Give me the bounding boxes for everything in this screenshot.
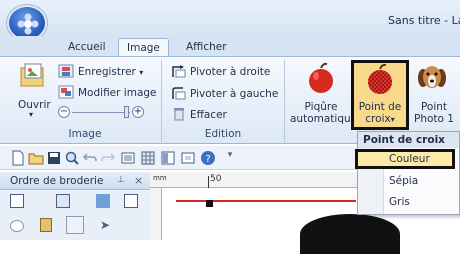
auto-stitch-button[interactable]: Piqûre automatique	[290, 101, 358, 125]
zoom-slider-thumb[interactable]	[124, 106, 129, 118]
save-button[interactable]: Enregistrer ▾	[78, 66, 143, 78]
pointer-icon[interactable]: ➤	[100, 218, 112, 232]
panel-pin-icon[interactable]: ⊥	[117, 175, 125, 185]
open-image-icon[interactable]	[18, 62, 48, 90]
svg-text:?: ?	[205, 154, 210, 165]
delete-button[interactable]: Effacer	[190, 109, 227, 121]
auto-stitch-label-1: Piqûre	[304, 101, 338, 113]
panel-close-icon[interactable]: ×	[134, 174, 143, 187]
customize-toolbar-icon[interactable]: ▾	[222, 150, 238, 166]
cross-stitch-label: Point de croix▾	[354, 101, 406, 126]
ruler-unit: mm	[153, 174, 167, 182]
grid-icon[interactable]	[140, 150, 156, 166]
rotate-right-icon	[171, 64, 187, 78]
rotate-left-button[interactable]: Pivoter à gauche	[190, 88, 278, 100]
zoom-icon[interactable]	[64, 150, 80, 166]
cross-stitch-label-2: croix	[365, 113, 391, 125]
flower-icon	[17, 13, 39, 35]
rotate-left-icon	[171, 86, 187, 100]
rotate-right-button[interactable]: Pivoter à droite	[190, 66, 270, 78]
photo-stitch-button[interactable]: Point Photo 1	[408, 101, 460, 125]
left-ruler	[150, 188, 162, 240]
menu-header: Point de croix	[358, 132, 459, 148]
apple-icon[interactable]	[306, 62, 336, 96]
modify-image-icon	[58, 85, 74, 99]
group-icon[interactable]	[66, 216, 84, 234]
save-disk-icon[interactable]	[46, 150, 62, 166]
tab-image[interactable]: Image	[118, 38, 169, 56]
undo-icon[interactable]	[82, 150, 98, 166]
redo-icon[interactable]	[100, 150, 116, 166]
hoop-border	[176, 200, 356, 202]
save-icon	[58, 64, 74, 78]
menu-item-sepia[interactable]: Sépia	[389, 175, 418, 187]
photo-stitch-label-1: Point	[420, 101, 448, 113]
tab-accueil[interactable]: Accueil	[60, 38, 114, 56]
auto-stitch-label-2: automatique	[290, 113, 358, 125]
stitch-order-icon[interactable]	[10, 194, 24, 208]
layout-icon[interactable]	[160, 150, 176, 166]
eye-icon[interactable]	[10, 220, 24, 232]
zoom-slider-track[interactable]	[72, 112, 130, 113]
open-dropdown-arrow-icon[interactable]: ▾	[29, 110, 33, 119]
save-dropdown-icon[interactable]: ▾	[139, 68, 143, 77]
cross-stitch-apple-icon	[365, 63, 395, 97]
sort-icon[interactable]	[56, 194, 70, 208]
zoom-in-button[interactable]: +	[132, 106, 144, 118]
trash-icon	[173, 107, 185, 121]
selection-handle[interactable]	[206, 200, 213, 207]
photo-stitch-label-2: Photo 1	[414, 113, 454, 125]
color-order-icon[interactable]	[96, 194, 110, 208]
open-button-label[interactable]: Ouvrir	[18, 99, 51, 111]
window-title: Sans titre - Lay	[388, 14, 460, 27]
frame-icon[interactable]	[124, 194, 138, 208]
cross-stitch-label-1: Point de	[358, 101, 402, 113]
save-label: Enregistrer	[78, 66, 136, 78]
help-icon[interactable]: ?	[200, 150, 216, 166]
view-icon[interactable]	[180, 150, 196, 166]
ruler-tick	[208, 176, 209, 188]
menu-item-color[interactable]: Couleur	[389, 153, 430, 165]
group-separator	[284, 60, 285, 142]
image-group-label: Image	[68, 128, 102, 140]
panel-title: Ordre de broderie	[10, 175, 104, 187]
zoom-out-button[interactable]: −	[58, 106, 70, 118]
design-page-icon[interactable]	[120, 150, 136, 166]
cross-stitch-dropdown-icon[interactable]: ▾	[391, 115, 395, 124]
lock-icon[interactable]	[40, 218, 52, 232]
modify-image-button[interactable]: Modifier image	[78, 87, 157, 99]
edition-group-label: Edition	[204, 128, 242, 140]
ruler-mark: 50	[210, 174, 222, 184]
dog-photo-icon[interactable]	[416, 62, 448, 96]
tab-afficher[interactable]: Afficher	[178, 38, 235, 56]
menu-item-grey[interactable]: Gris	[389, 196, 410, 208]
new-file-icon[interactable]	[10, 150, 26, 166]
open-folder-icon[interactable]	[28, 150, 44, 166]
design-preview	[300, 214, 400, 254]
